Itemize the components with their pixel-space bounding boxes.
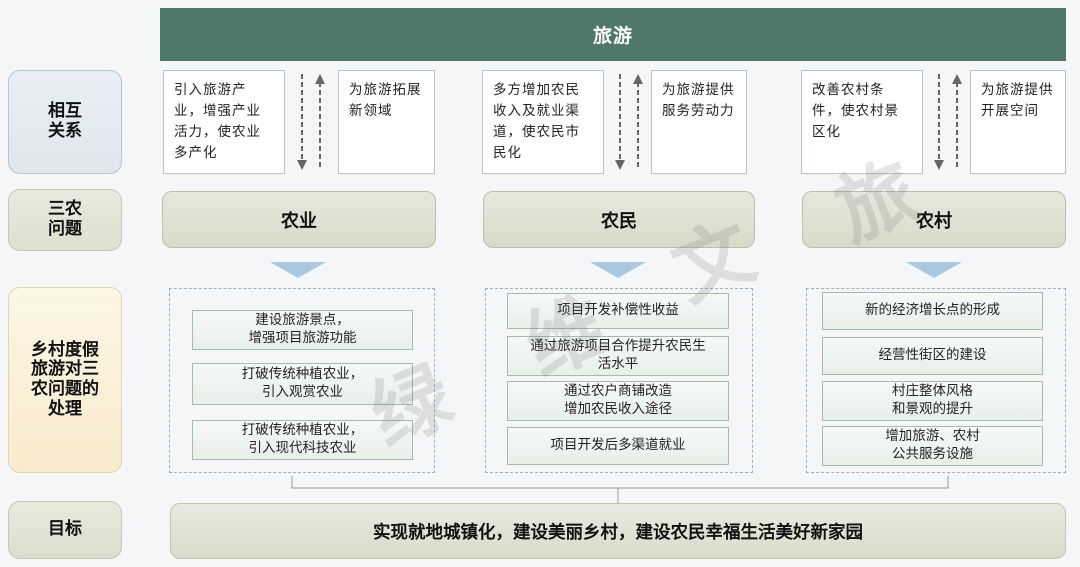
process-item-text: 建设旅游景点， 增强项目旅游功能 — [248, 312, 357, 346]
relation-text: 改善农村条件，使农村景区化 — [812, 82, 899, 140]
process-item-text: 村庄整体风格 和景观的提升 — [892, 383, 973, 417]
relation-text: 引入旅游产业，增强产业活力，使农业多产化 — [174, 82, 261, 161]
relation-box-left: 引入旅游产业，增强产业活力，使农业多产化 — [163, 70, 285, 174]
up-dashed-arrow — [633, 74, 643, 170]
issue-villages: 农村 — [802, 191, 1066, 248]
process-item: 项目开发补偿性收益 — [507, 293, 729, 329]
chevron-down-icon — [906, 262, 962, 278]
relation-box-right: 为旅游提供开展空间 — [970, 70, 1066, 174]
goal-banner: 实现就地城镇化，建设美丽乡村，建设农民幸福生活美好新家园 — [170, 503, 1066, 559]
down-dashed-arrow — [297, 74, 307, 170]
label-interaction: 相互 关系 — [8, 70, 122, 174]
process-item: 项目开发后多渠道就业 — [507, 427, 729, 465]
label-process-text: 乡村度假 旅游对三 农问题的 处理 — [31, 339, 99, 419]
relation-text: 为旅游提供服务劳动力 — [662, 82, 735, 119]
issue-agriculture: 农业 — [162, 191, 436, 248]
label-sannong: 三农 问题 — [8, 189, 122, 251]
down-dashed-arrow — [934, 74, 944, 170]
process-item-text: 打破传统种植农业， 引入观赏农业 — [241, 366, 364, 400]
relation-text: 为旅游提供开展空间 — [981, 82, 1054, 119]
relation-box-left: 改善农村条件，使农村景区化 — [801, 70, 923, 174]
process-item: 经营性街区的建设 — [822, 337, 1043, 375]
tourism-title: 旅游 — [592, 25, 633, 47]
relation-box-right: 为旅游提供服务劳动力 — [651, 70, 747, 174]
process-item-text: 新的经济增长点的形成 — [865, 302, 1000, 319]
label-interaction-text: 相互 关系 — [48, 101, 82, 141]
process-item-text: 打破传统种植农业， 引入现代科技农业 — [241, 422, 364, 456]
label-sannong-text: 三农 问题 — [48, 199, 82, 239]
tourism-header: 旅游 — [160, 8, 1066, 61]
up-dashed-arrow — [952, 74, 962, 170]
process-item-text: 项目开发补偿性收益 — [557, 302, 679, 319]
process-item-text: 项目开发后多渠道就业 — [550, 437, 686, 454]
process-item: 建设旅游景点， 增强项目旅游功能 — [192, 310, 413, 350]
issue-label: 农业 — [281, 210, 317, 232]
goal-text: 实现就地城镇化，建设美丽乡村，建设农民幸福生活美好新家园 — [373, 522, 863, 543]
process-item: 村庄整体风格 和景观的提升 — [822, 381, 1043, 421]
process-item-text: 通过旅游项目合作提升农民生 活水平 — [530, 338, 706, 372]
label-process: 乡村度假 旅游对三 农问题的 处理 — [8, 287, 122, 473]
issue-label: 农民 — [601, 210, 637, 232]
down-dashed-arrow — [615, 74, 625, 170]
process-item-text: 通过农户商铺改造 增加农民收入途径 — [564, 383, 672, 417]
process-item: 打破传统种植农业， 引入现代科技农业 — [192, 420, 413, 460]
issue-label: 农村 — [916, 210, 952, 232]
relation-text: 为旅游拓展新领域 — [349, 82, 422, 119]
process-item: 打破传统种植农业， 引入观赏农业 — [192, 363, 413, 405]
label-goal-text: 目标 — [48, 519, 82, 540]
chevron-down-icon — [270, 262, 326, 278]
process-item: 通过农户商铺改造 增加农民收入途径 — [507, 381, 729, 421]
process-item: 通过旅游项目合作提升农民生 活水平 — [507, 336, 729, 376]
relation-box-left: 多方增加农民收入及就业渠道，使农民市民化 — [482, 70, 604, 174]
bracket-connector — [291, 476, 949, 503]
process-item: 新的经济增长点的形成 — [822, 292, 1043, 330]
up-dashed-arrow — [315, 74, 325, 170]
chevron-down-icon — [590, 262, 646, 278]
relation-box-right: 为旅游拓展新领域 — [338, 70, 435, 174]
label-goal: 目标 — [8, 501, 122, 559]
relation-text: 多方增加农民收入及就业渠道，使农民市民化 — [493, 82, 580, 161]
process-item: 增加旅游、农村 公共服务设施 — [822, 426, 1043, 466]
process-item-text: 经营性街区的建设 — [878, 347, 987, 364]
issue-farmers: 农民 — [483, 191, 755, 248]
process-item-text: 增加旅游、农村 公共服务设施 — [885, 428, 980, 462]
